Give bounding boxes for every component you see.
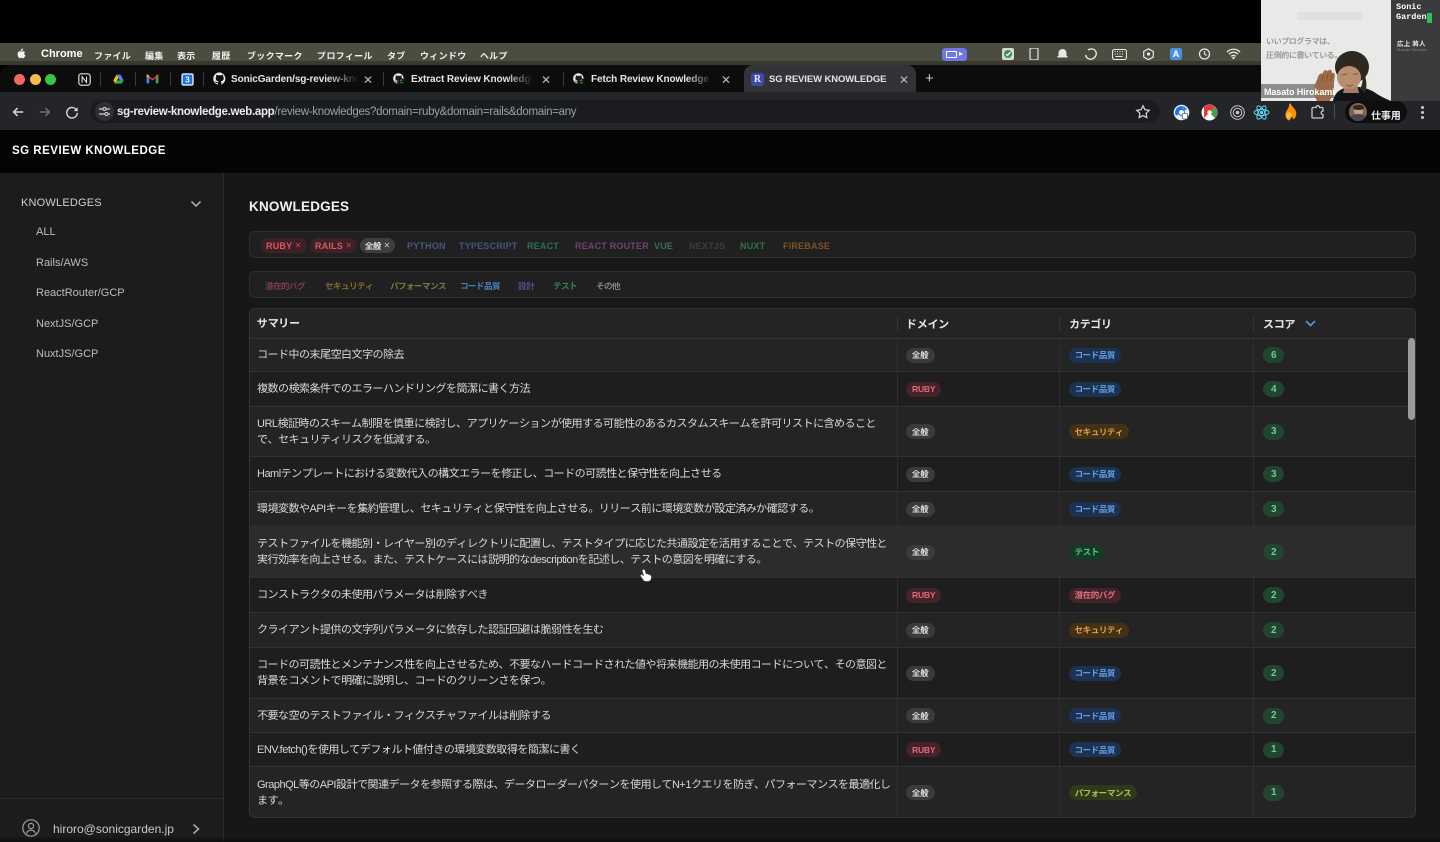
svg-text:3: 3	[185, 75, 190, 84]
